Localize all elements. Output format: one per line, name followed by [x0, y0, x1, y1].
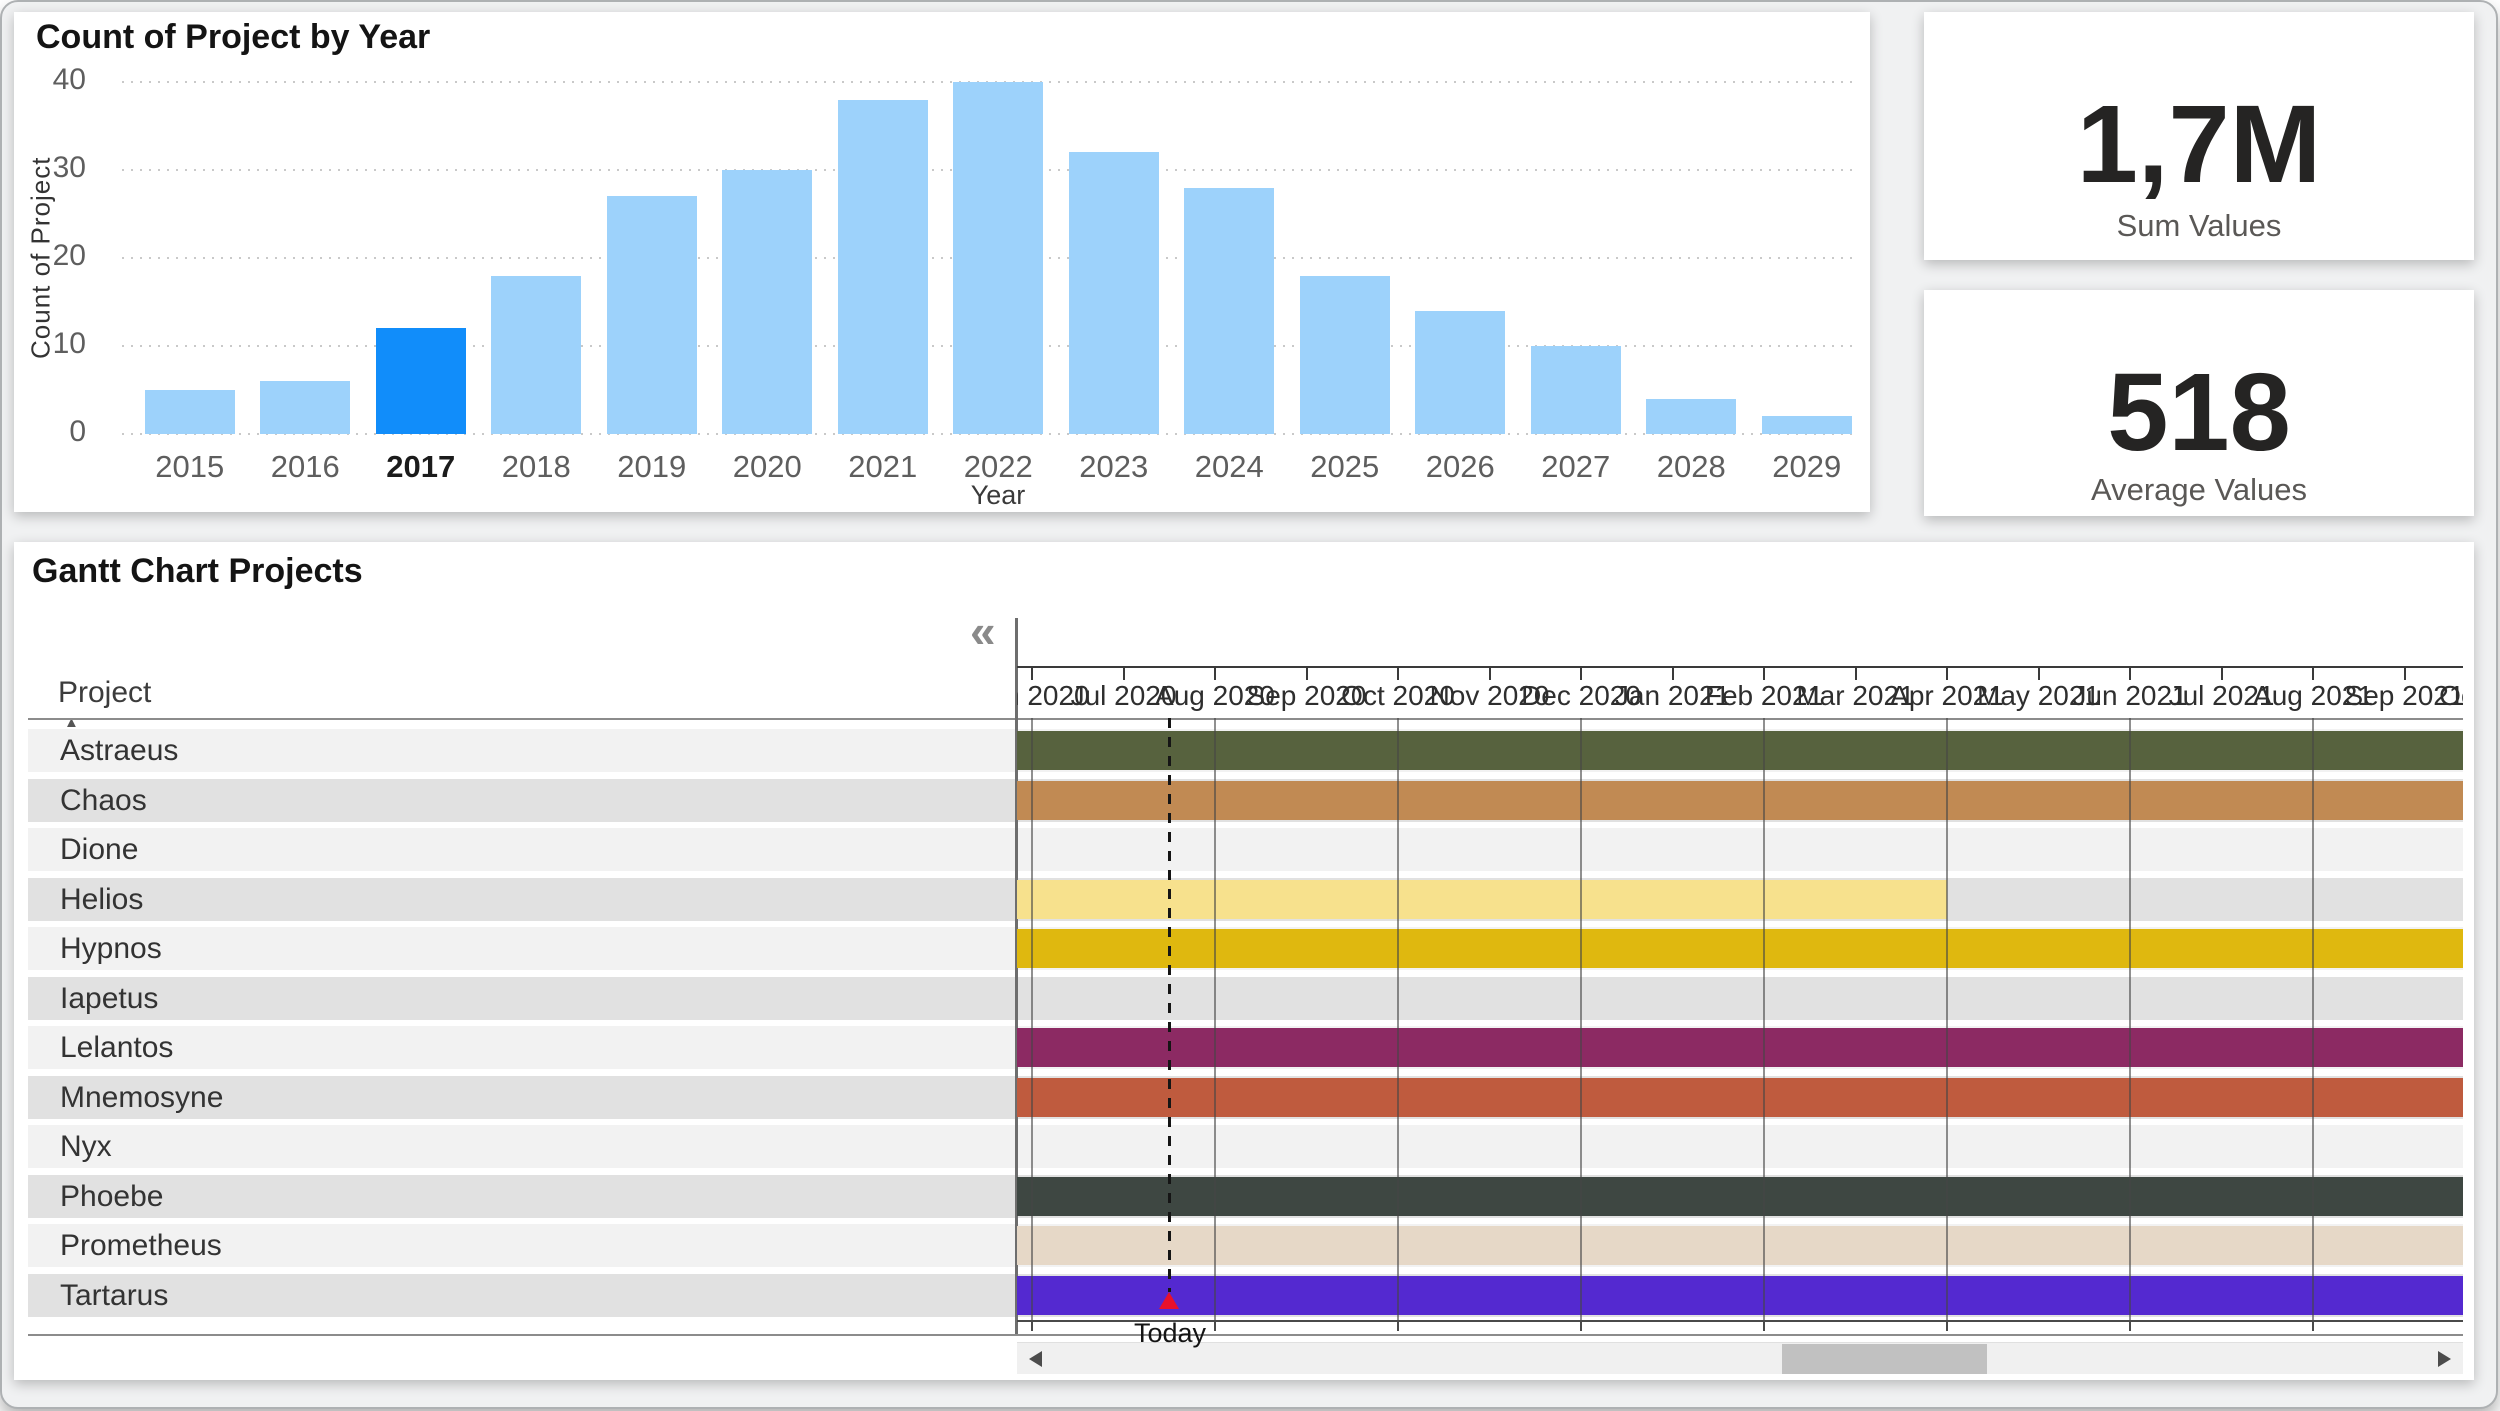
gantt-timeline-area: Jun 2020Jul 2020Aug 2020Sep 2020Oct 2020…	[1017, 618, 2463, 1334]
month-tick-6	[1580, 668, 1582, 680]
month-tick-15	[2404, 668, 2406, 680]
month-tick-9	[1855, 668, 1857, 680]
today-marker-icon	[1159, 1292, 1179, 1309]
today-line	[1168, 718, 1171, 1292]
gantt-row-label-mnemosyne[interactable]: Mnemosyne	[60, 1076, 223, 1119]
bottom-tick-12	[2129, 1322, 2131, 1331]
month-tick-0	[1031, 668, 1033, 680]
scroll-left-icon[interactable]	[1029, 1351, 1042, 1367]
gantt-bar-prometheus[interactable]	[1017, 1226, 2463, 1265]
gantt-row-label-nyx[interactable]: Nyx	[60, 1125, 112, 1168]
timeline-bottom-axis	[1017, 1320, 2463, 1322]
bar-2021[interactable]	[838, 100, 928, 434]
gantt-row-label-lelantos[interactable]: Lelantos	[60, 1026, 173, 1069]
bar-2028[interactable]	[1646, 399, 1736, 434]
kpi-sum-value: 1,7M	[1924, 90, 2474, 200]
timeline-gridline-12	[2129, 718, 2131, 1320]
gantt-bar-hypnos[interactable]	[1017, 929, 2463, 968]
gantt-bar-phoebe[interactable]	[1017, 1177, 2463, 1216]
gantt-row-label-dione[interactable]: Dione	[60, 828, 138, 871]
bar-chart-card: Count of Project by Year Count of Projec…	[14, 12, 1870, 512]
bar-2026[interactable]	[1415, 311, 1505, 434]
gantt-bar-astraeus[interactable]	[1017, 731, 2463, 770]
bottom-tick-4	[1397, 1322, 1399, 1331]
bottom-tick-0	[1031, 1322, 1033, 1331]
bottom-tick-14	[2312, 1322, 2314, 1331]
bottom-tick-10	[1946, 1322, 1948, 1331]
gantt-row-label-hypnos[interactable]: Hypnos	[60, 927, 162, 970]
today-label: Today	[1120, 1318, 1220, 1349]
month-tick-10	[1946, 668, 1948, 680]
y-tick-10: 10	[26, 327, 86, 361]
bar-2020[interactable]	[722, 170, 812, 434]
timeline-gridline-8	[1763, 718, 1765, 1320]
timeline-gridline-4	[1397, 718, 1399, 1320]
y-tick-40: 40	[26, 63, 86, 97]
gantt-row-label-helios[interactable]: Helios	[60, 878, 143, 921]
gantt-bar-chaos[interactable]	[1017, 781, 2463, 820]
month-tick-4	[1397, 668, 1399, 680]
month-label-16: Oct 2021	[2439, 680, 2463, 712]
bar-2027[interactable]	[1531, 346, 1621, 434]
bar-2023[interactable]	[1069, 152, 1159, 434]
gantt-chart-card: Gantt Chart Projects AstraeusChaosDioneH…	[14, 542, 2474, 1380]
bar-2015[interactable]	[145, 390, 235, 434]
timeline-gridline-14	[2312, 718, 2314, 1320]
bar-2029[interactable]	[1762, 416, 1852, 434]
bar-2017[interactable]	[376, 328, 466, 434]
scroll-right-icon[interactable]	[2438, 1351, 2451, 1367]
bottom-tick-6	[1580, 1322, 1582, 1331]
gantt-row-label-astraeus[interactable]: Astraeus	[60, 729, 178, 772]
month-tick-14	[2312, 668, 2314, 680]
table-bottom-line	[28, 1334, 2463, 1336]
bar-2022[interactable]	[953, 82, 1043, 434]
timeline-axis-line	[1017, 666, 2463, 668]
bar-2024[interactable]	[1184, 188, 1274, 434]
dashboard-canvas: Count of Project by Year Count of Projec…	[0, 0, 2498, 1409]
timeline-gridline-10	[1946, 718, 1948, 1320]
month-tick-1	[1123, 668, 1125, 680]
kpi-average-label: Average Values	[1924, 472, 2474, 508]
month-tick-13	[2221, 668, 2223, 680]
bar-2018[interactable]	[491, 276, 581, 434]
bar-2019[interactable]	[607, 196, 697, 434]
bar-2025[interactable]	[1300, 276, 1390, 434]
kpi-average-value: 518	[1924, 358, 2474, 468]
timeline-gridline-2	[1214, 718, 1216, 1320]
month-tick-5	[1489, 668, 1491, 680]
month-tick-11	[2038, 668, 2040, 680]
horizontal-scrollbar[interactable]	[1017, 1342, 2463, 1374]
kpi-sum-label: Sum Values	[1924, 208, 2474, 244]
gantt-bar-helios[interactable]	[1017, 880, 1947, 919]
bar-2016[interactable]	[260, 381, 350, 434]
kpi-card-sum: 1,7M Sum Values	[1924, 12, 2474, 260]
month-tick-3	[1306, 668, 1308, 680]
gantt-bar-mnemosyne[interactable]	[1017, 1078, 2463, 1117]
scrollbar-thumb[interactable]	[1782, 1344, 1987, 1374]
month-tick-8	[1763, 668, 1765, 680]
timeline-gridline-6	[1580, 718, 1582, 1320]
x-axis-title: Year	[132, 480, 1864, 511]
gantt-row-label-chaos[interactable]: Chaos	[60, 779, 147, 822]
gantt-row-label-tartarus[interactable]: Tartarus	[60, 1274, 168, 1317]
month-tick-2	[1214, 668, 1216, 680]
month-tick-12	[2129, 668, 2131, 680]
gantt-row-label-phoebe[interactable]: Phoebe	[60, 1175, 163, 1218]
bar-chart-plot-area: 0102030402015201620172018201920202021202…	[14, 12, 1870, 512]
timeline-gridline-0	[1031, 718, 1033, 1320]
gantt-bar-tartarus[interactable]	[1017, 1276, 2463, 1315]
kpi-card-average: 518 Average Values	[1924, 290, 2474, 516]
y-tick-30: 30	[26, 151, 86, 185]
bottom-tick-8	[1763, 1322, 1765, 1331]
y-tick-0: 0	[26, 415, 86, 449]
month-tick-7	[1672, 668, 1674, 680]
gantt-row-label-iapetus[interactable]: Iapetus	[60, 977, 158, 1020]
gantt-row-label-prometheus[interactable]: Prometheus	[60, 1224, 222, 1267]
y-tick-20: 20	[26, 239, 86, 273]
gantt-bar-lelantos[interactable]	[1017, 1028, 2463, 1067]
